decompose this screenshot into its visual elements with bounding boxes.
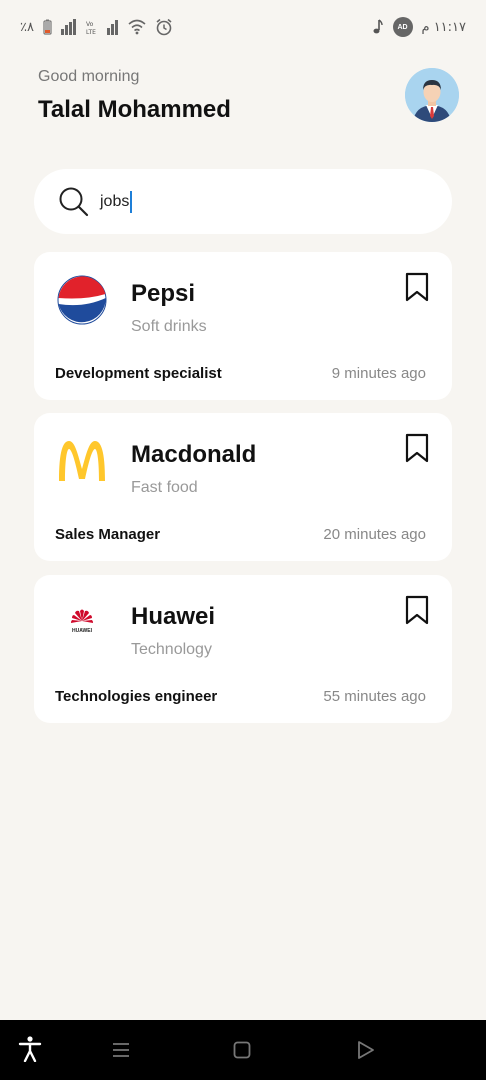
clock-time: ١١:١٧ م [421, 19, 467, 35]
signal-2-icon [106, 19, 119, 35]
company-category: Soft drinks [131, 318, 207, 335]
battery-percent: ٪٨ [20, 19, 34, 35]
search-icon [58, 186, 90, 218]
signal-icon [60, 19, 77, 35]
mcdonalds-logo [56, 435, 108, 487]
wifi-icon [128, 19, 146, 35]
alarm-icon [155, 18, 173, 36]
volte-icon: Vo LTE [86, 19, 98, 35]
company-category: Fast food [131, 479, 198, 496]
music-note-icon [372, 19, 384, 35]
home-icon[interactable] [233, 1041, 251, 1059]
pepsi-logo [56, 274, 108, 326]
company-name: Macdonald [131, 441, 257, 468]
job-title: Technologies engineer [55, 688, 218, 705]
greeting-text: Good morning [38, 68, 140, 85]
company-name: Pepsi [131, 280, 196, 307]
avatar-person-icon [405, 68, 459, 122]
job-card[interactable]: Pepsi Soft drinks Development specialist… [34, 252, 452, 400]
bookmark-icon[interactable] [405, 272, 429, 302]
search-input-value: jobs [100, 192, 130, 210]
ad-blocker-badge: AD [392, 17, 413, 37]
accessibility-icon[interactable] [18, 1036, 42, 1062]
svg-text:LTE: LTE [86, 29, 96, 35]
huawei-logo: HUAWEI [56, 597, 108, 649]
user-name: Talal Mohammed [38, 96, 231, 123]
job-card[interactable]: HUAWEI Huawei Technology Technologies en… [34, 575, 452, 723]
status-bar: ٪٨ Vo LTE AD ١١:١٧ م [0, 0, 486, 54]
search-bar[interactable]: jobs [34, 169, 452, 234]
posted-time: 55 minutes ago [323, 688, 426, 705]
job-title: Development specialist [55, 365, 222, 382]
company-name: Huawei [131, 603, 216, 630]
avatar[interactable] [405, 68, 459, 122]
svg-text:Vo: Vo [86, 21, 94, 28]
text-cursor [130, 190, 133, 213]
company-category: Technology [131, 641, 212, 658]
posted-time: 20 minutes ago [323, 526, 426, 543]
status-left: ٪٨ Vo LTE [20, 18, 173, 36]
recent-apps-icon[interactable] [112, 1041, 130, 1059]
posted-time: 9 minutes ago [331, 365, 426, 382]
system-nav-bar [0, 1020, 486, 1080]
search-input[interactable]: jobs [100, 190, 133, 213]
job-title: Sales Manager [55, 526, 161, 543]
bookmark-icon[interactable] [405, 433, 429, 463]
status-right: AD ١١:١٧ م [372, 17, 467, 37]
back-icon[interactable] [357, 1040, 375, 1060]
battery-icon [43, 19, 52, 35]
bookmark-icon[interactable] [405, 595, 429, 625]
huawei-logo-text: HUAWEI [72, 628, 93, 634]
job-card[interactable]: Macdonald Fast food Sales Manager 20 min… [34, 413, 452, 561]
